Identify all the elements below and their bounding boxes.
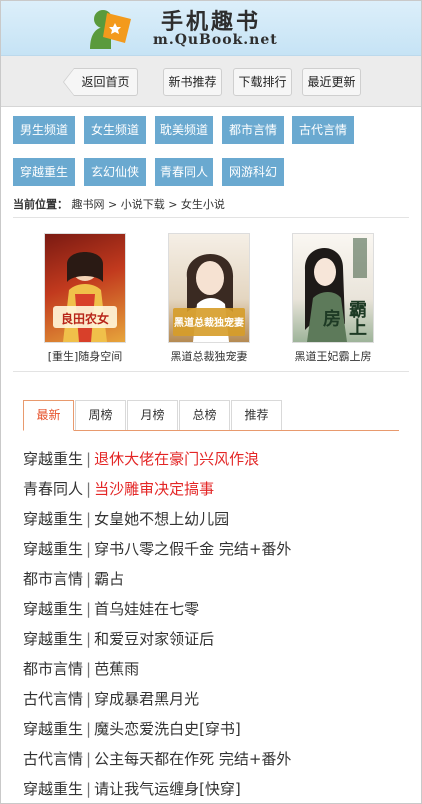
list-item-separator: |	[86, 630, 92, 648]
breadcrumb-path[interactable]: 趣书网 > 小说下载 > 女生小说	[72, 198, 225, 211]
back-arrow-icon	[63, 68, 74, 96]
list-item-title[interactable]: 穿成暴君黑月光	[94, 690, 199, 708]
book-cover[interactable]: 良田农女	[44, 233, 126, 343]
tab-total[interactable]: 总榜	[179, 400, 230, 431]
list-item-separator: |	[86, 690, 92, 708]
list-item: 穿越重生 | 魔头恋爱洗白史[穿书]	[23, 714, 291, 744]
divider	[13, 371, 409, 372]
cover-title: 黑道总裁独宠妻	[174, 318, 244, 329]
cover-title: 霸上房	[320, 300, 367, 336]
site-logo-icon[interactable]	[87, 5, 133, 51]
list-item-title[interactable]: 请让我气运缠身[快穿]	[94, 780, 241, 798]
list-item: 青春同人 | 当沙雕审决定搞事	[23, 474, 291, 504]
list-item-category[interactable]: 青春同人	[23, 480, 83, 498]
list-item-category[interactable]: 穿越重生	[23, 720, 83, 738]
category-scifi-gaming[interactable]: 网游科幻	[222, 158, 284, 186]
list-item-category[interactable]: 穿越重生	[23, 630, 83, 648]
list-item: 都市言情 | 芭蕉雨	[23, 654, 291, 684]
site-domain[interactable]: m.QuBook.net	[153, 32, 278, 48]
list-item-category[interactable]: 穿越重生	[23, 600, 83, 618]
list-item-title[interactable]: 霸占	[94, 570, 124, 588]
book-card[interactable]: 良田农女 [重生]随身空间	[30, 233, 140, 364]
list-item-separator: |	[86, 540, 92, 558]
list-item-category[interactable]: 都市言情	[23, 660, 83, 678]
tab-latest[interactable]: 最新	[23, 400, 74, 431]
category-ancient-romance[interactable]: 古代言情	[292, 116, 354, 144]
category-danmei[interactable]: 耽美频道	[155, 116, 213, 144]
list-item-category[interactable]: 穿越重生	[23, 540, 83, 558]
category-xianxia[interactable]: 玄幻仙侠	[84, 158, 146, 186]
list-item: 穿越重生 | 女皇她不想上幼儿园	[23, 504, 291, 534]
list-item: 穿越重生 | 穿书八零之假千金 完结+番外	[23, 534, 291, 564]
cover-title: 良田农女	[60, 312, 109, 326]
list-item: 穿越重生 | 退休大佬在豪门兴风作浪	[23, 444, 291, 474]
list-item-separator: |	[86, 570, 92, 588]
book-list: 穿越重生 | 退休大佬在豪门兴风作浪 青春同人 | 当沙雕审决定搞事 穿越重生 | 女皇她不…	[23, 444, 291, 803]
tab-monthly[interactable]: 月榜	[127, 400, 178, 431]
category-youth[interactable]: 青春同人	[155, 158, 213, 186]
list-item: 穿越重生 | 请让我气运缠身[快穿]	[23, 774, 291, 803]
list-item-title[interactable]: 和爱豆对家领证后	[94, 630, 214, 648]
list-item-separator: |	[86, 480, 92, 498]
list-item-title[interactable]: 公主每天都在作死 完结+番外	[94, 750, 291, 768]
tab-recommended[interactable]: 推荐	[231, 400, 282, 431]
list-item-category[interactable]: 都市言情	[23, 570, 83, 588]
divider	[13, 217, 409, 218]
list-item-title[interactable]: 退休大佬在豪门兴风作浪	[94, 450, 259, 468]
book-cover[interactable]: 黑道总裁独宠妻	[168, 233, 250, 343]
book-title[interactable]: [重生]随身空间	[30, 348, 140, 364]
tab-weekly[interactable]: 周榜	[75, 400, 126, 431]
list-item-separator: |	[86, 510, 92, 528]
breadcrumb: 当前位置： 趣书网 > 小说下载 > 女生小说	[13, 196, 225, 212]
list-item-category[interactable]: 穿越重生	[23, 780, 83, 798]
book-title[interactable]: 黑道总裁独宠妻	[154, 348, 264, 364]
list-item-title[interactable]: 芭蕉雨	[94, 660, 139, 678]
list-item-separator: |	[86, 450, 92, 468]
breadcrumb-label: 当前位置：	[13, 198, 68, 211]
book-card[interactable]: 黑道总裁独宠妻 黑道总裁独宠妻	[154, 233, 264, 364]
list-item-category[interactable]: 穿越重生	[23, 510, 83, 528]
site-header: 手机趣书 m.QuBook.net	[1, 1, 421, 56]
list-item-title[interactable]: 当沙雕审决定搞事	[94, 480, 214, 498]
back-home-button[interactable]: 返回首页	[63, 68, 138, 96]
new-books-button[interactable]: 新书推荐	[163, 68, 222, 96]
download-rank-button[interactable]: 下载排行	[233, 68, 292, 96]
category-female[interactable]: 女生频道	[84, 116, 146, 144]
list-item-title[interactable]: 魔头恋爱洗白史[穿书]	[94, 720, 241, 738]
list-item: 都市言情 | 霸占	[23, 564, 291, 594]
page: 手机趣书 m.QuBook.net 返回首页 新书推荐 下载排行 最近更新 男生…	[0, 0, 422, 804]
book-card[interactable]: 霸上房 黑道王妃霸上房	[278, 233, 388, 364]
list-item-separator: |	[86, 660, 92, 678]
category-urban-romance[interactable]: 都市言情	[222, 116, 284, 144]
list-item-separator: |	[86, 750, 92, 768]
recent-updates-button[interactable]: 最近更新	[302, 68, 361, 96]
list-item-category[interactable]: 古代言情	[23, 750, 83, 768]
list-item-title[interactable]: 穿书八零之假千金 完结+番外	[94, 540, 291, 558]
list-item-separator: |	[86, 720, 92, 738]
list-item: 古代言情 | 公主每天都在作死 完结+番外	[23, 744, 291, 774]
list-item: 古代言情 | 穿成暴君黑月光	[23, 684, 291, 714]
book-cover[interactable]: 霸上房	[292, 233, 374, 343]
top-nav: 返回首页 新书推荐 下载排行 最近更新	[1, 56, 421, 107]
list-item-title[interactable]: 女皇她不想上幼儿园	[94, 510, 229, 528]
list-item-separator: |	[86, 600, 92, 618]
list-item: 穿越重生 | 和爱豆对家领证后	[23, 624, 291, 654]
list-item-category[interactable]: 穿越重生	[23, 450, 83, 468]
back-home-label: 返回首页	[81, 75, 130, 89]
list-item: 穿越重生 | 首乌娃娃在七零	[23, 594, 291, 624]
tab-underline	[74, 430, 399, 431]
list-item-separator: |	[86, 780, 92, 798]
list-item-category[interactable]: 古代言情	[23, 690, 83, 708]
book-title[interactable]: 黑道王妃霸上房	[278, 348, 388, 364]
list-item-title[interactable]: 首乌娃娃在七零	[94, 600, 199, 618]
category-time-travel[interactable]: 穿越重生	[13, 158, 75, 186]
category-grid: 男生频道 女生频道 耽美频道 都市言情 古代言情 穿越重生 玄幻仙侠 青春同人 …	[1, 107, 421, 195]
category-male[interactable]: 男生频道	[13, 116, 75, 144]
